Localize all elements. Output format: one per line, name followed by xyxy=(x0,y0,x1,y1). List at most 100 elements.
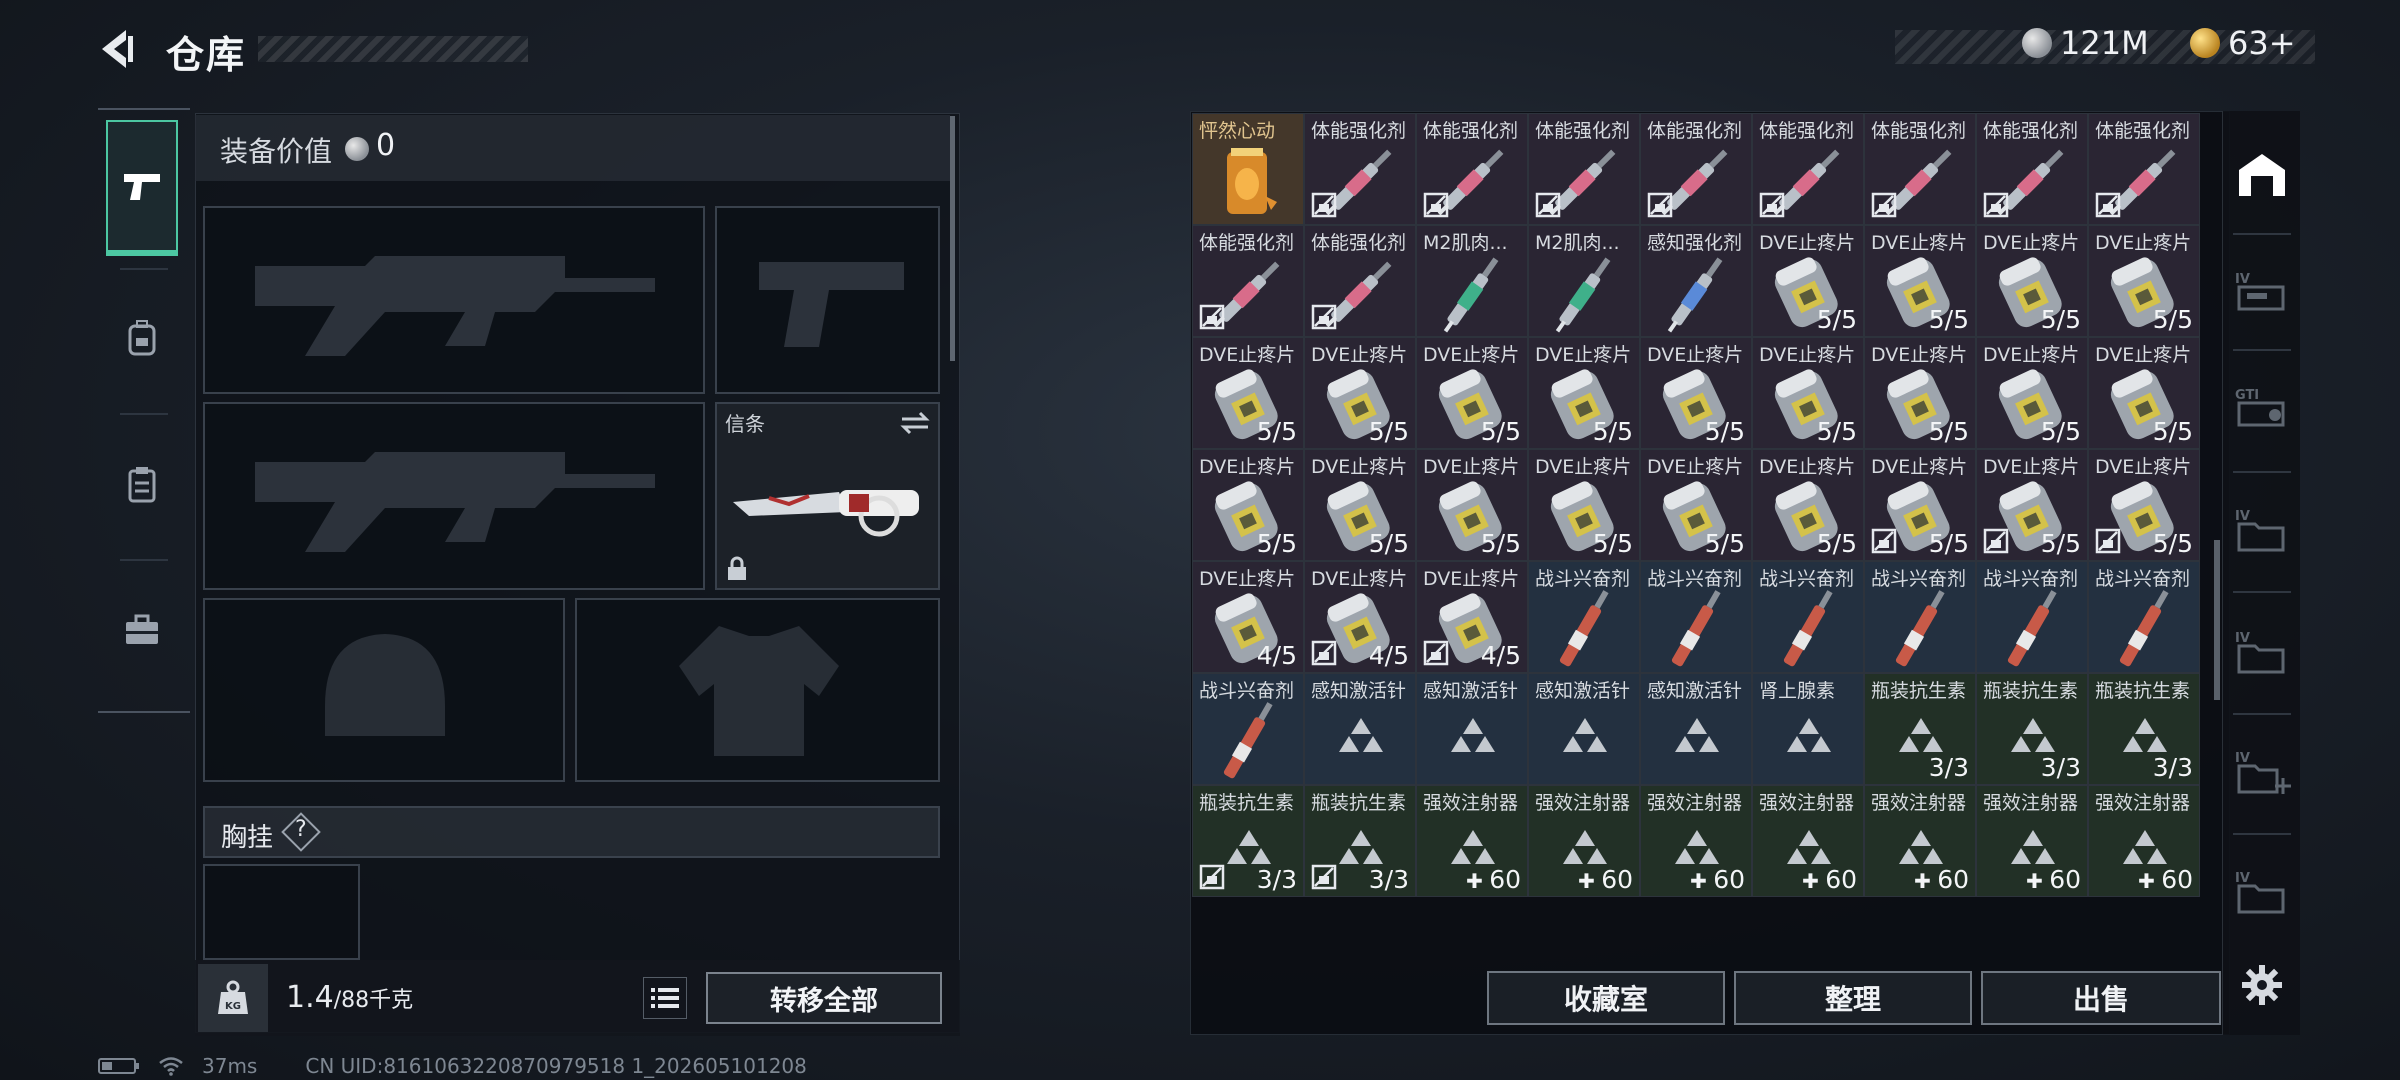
kg-weight-icon: KG xyxy=(218,980,248,1014)
inventory-item[interactable]: DVE止疼片 5/5 xyxy=(1752,449,1864,561)
inventory-item[interactable]: 体能强化剂 xyxy=(1304,225,1416,337)
collection-room-button[interactable]: 收藏室 xyxy=(1487,971,1725,1025)
sell-button[interactable]: 出售 xyxy=(1981,971,2221,1025)
settings-button[interactable] xyxy=(2229,935,2295,1035)
inventory-item[interactable]: 体能强化剂 xyxy=(1528,113,1640,225)
tab-toolbox[interactable] xyxy=(106,562,178,698)
inventory-item[interactable]: 强效注射器 ✚ 60 xyxy=(1416,785,1528,897)
inventory-item[interactable]: DVE止疼片 5/5 xyxy=(1864,225,1976,337)
inventory-item[interactable]: 战斗兴奋剂 xyxy=(2088,561,2200,673)
inventory-item[interactable]: DVE止疼片 5/5 xyxy=(1976,337,2088,449)
inventory-item[interactable]: DVE止疼片 5/5 xyxy=(1640,337,1752,449)
inventory-item[interactable]: 体能强化剂 xyxy=(1752,113,1864,225)
inventory-item[interactable]: 战斗兴奋剂 xyxy=(1864,561,1976,673)
tab-storage-add[interactable]: IV xyxy=(2229,723,2295,823)
melee-slot[interactable]: 信条 xyxy=(715,402,940,590)
organize-button[interactable]: 整理 xyxy=(1734,971,1972,1025)
tab-storage-home[interactable] xyxy=(2229,125,2295,225)
inventory-item[interactable]: 强效注射器 ✚ 60 xyxy=(1528,785,1640,897)
no-trade-lock-icon xyxy=(1311,304,1337,330)
inventory-item[interactable]: 感知激活针 xyxy=(1304,673,1416,785)
inventory-item[interactable]: 体能强化剂 xyxy=(1416,113,1528,225)
inventory-scrollbar[interactable] xyxy=(2214,540,2220,700)
item-name: 战斗兴奋剂 xyxy=(2095,568,2191,590)
inventory-item[interactable]: DVE止疼片 5/5 xyxy=(1304,449,1416,561)
inventory-item[interactable]: 体能强化剂 xyxy=(1976,113,2088,225)
inventory-item[interactable]: 瓶装抗生素 3/3 xyxy=(1976,673,2088,785)
primary-weapon-slot[interactable] xyxy=(203,206,705,394)
equipment-scrollbar[interactable] xyxy=(950,116,955,361)
inventory-item[interactable]: DVE止疼片 5/5 xyxy=(1864,337,1976,449)
inventory-item[interactable]: 体能强化剂 xyxy=(1864,113,1976,225)
inventory-item[interactable]: 强效注射器 ✚ 60 xyxy=(1864,785,1976,897)
item-quantity: 5/5 xyxy=(1817,305,1857,334)
inventory-item[interactable]: 战斗兴奋剂 xyxy=(1752,561,1864,673)
inventory-item[interactable]: M2肌肉... xyxy=(1416,225,1528,337)
inventory-item[interactable]: 怦然心动 xyxy=(1192,113,1304,225)
inventory-item[interactable]: DVE止疼片 4/5 xyxy=(1416,561,1528,673)
inventory-item[interactable]: 感知激活针 xyxy=(1528,673,1640,785)
inventory-item[interactable]: DVE止疼片 5/5 xyxy=(1528,449,1640,561)
inventory-item[interactable]: 瓶装抗生素 3/3 xyxy=(1192,785,1304,897)
inventory-item[interactable]: 体能强化剂 xyxy=(1192,225,1304,337)
inventory-item[interactable]: DVE止疼片 5/5 xyxy=(2088,225,2200,337)
item-quantity-value: 5/5 xyxy=(1592,529,1633,558)
inventory-item[interactable]: 瓶装抗生素 3/3 xyxy=(1304,785,1416,897)
inventory-item[interactable]: DVE止疼片 5/5 xyxy=(1416,449,1528,561)
inventory-item[interactable]: 战斗兴奋剂 xyxy=(1528,561,1640,673)
tab-clipboard[interactable] xyxy=(106,416,178,552)
sidearm-slot[interactable] xyxy=(715,206,940,394)
inventory-item[interactable]: 体能强化剂 xyxy=(2088,113,2200,225)
inventory-item[interactable]: 体能强化剂 xyxy=(1640,113,1752,225)
help-icon[interactable]: ? xyxy=(295,817,307,842)
inventory-item[interactable]: 瓶装抗生素 3/3 xyxy=(2088,673,2200,785)
inventory-item[interactable]: DVE止疼片 5/5 xyxy=(1192,337,1304,449)
inventory-item[interactable]: DVE止疼片 5/5 xyxy=(1640,449,1752,561)
tab-storage-iv-1[interactable]: IV xyxy=(2229,241,2295,341)
inventory-item[interactable]: 强效注射器 ✚ 60 xyxy=(1752,785,1864,897)
tab-backpack[interactable] xyxy=(106,270,178,406)
inventory-item[interactable]: 强效注射器 ✚ 60 xyxy=(2088,785,2200,897)
inventory-item[interactable]: DVE止疼片 5/5 xyxy=(2088,449,2200,561)
inventory-item[interactable]: 感知激活针 xyxy=(1416,673,1528,785)
secondary-weapon-slot[interactable] xyxy=(203,402,705,590)
inventory-item[interactable]: DVE止疼片 5/5 xyxy=(1976,449,2088,561)
helmet-slot[interactable] xyxy=(203,598,565,782)
inventory-item[interactable]: DVE止疼片 5/5 xyxy=(1864,449,1976,561)
equipment-value-coin-icon xyxy=(345,137,369,161)
inventory-item[interactable]: DVE止疼片 5/5 xyxy=(1528,337,1640,449)
list-view-button[interactable] xyxy=(643,977,687,1019)
swap-icon[interactable] xyxy=(900,410,930,436)
inventory-item[interactable]: 战斗兴奋剂 xyxy=(1192,673,1304,785)
inventory-item[interactable]: DVE止疼片 5/5 xyxy=(1976,225,2088,337)
inventory-item[interactable]: 强效注射器 ✚ 60 xyxy=(1976,785,2088,897)
tab-storage-gti[interactable]: GTI xyxy=(2229,357,2295,457)
back-arrow-icon[interactable] xyxy=(92,24,142,74)
inventory-item[interactable]: DVE止疼片 5/5 xyxy=(1304,337,1416,449)
inventory-item[interactable]: DVE止疼片 5/5 xyxy=(1192,449,1304,561)
tab-storage-iv-4[interactable]: IV xyxy=(2229,843,2295,943)
inventory-item[interactable]: 感知强化剂 xyxy=(1640,225,1752,337)
inventory-item[interactable]: 战斗兴奋剂 xyxy=(1976,561,2088,673)
inventory-item[interactable]: DVE止疼片 5/5 xyxy=(1416,337,1528,449)
item-quantity: 3/3 xyxy=(1929,753,1969,782)
inventory-item[interactable]: DVE止疼片 4/5 xyxy=(1192,561,1304,673)
inventory-item[interactable]: 感知激活针 xyxy=(1640,673,1752,785)
no-trade-lock-icon xyxy=(2095,192,2121,218)
inventory-item[interactable]: 体能强化剂 xyxy=(1304,113,1416,225)
armor-slot[interactable] xyxy=(575,598,940,782)
inventory-item[interactable]: 肾上腺素 xyxy=(1752,673,1864,785)
inventory-item[interactable]: M2肌肉... xyxy=(1528,225,1640,337)
inventory-item[interactable]: 强效注射器 ✚ 60 xyxy=(1640,785,1752,897)
chest-rig-slot[interactable] xyxy=(203,864,360,960)
tab-storage-iv-2[interactable]: IV xyxy=(2229,481,2295,581)
inventory-item[interactable]: DVE止疼片 4/5 xyxy=(1304,561,1416,673)
inventory-item[interactable]: DVE止疼片 5/5 xyxy=(1752,225,1864,337)
tab-weapons[interactable] xyxy=(106,120,178,256)
tab-storage-iv-3[interactable]: IV xyxy=(2229,603,2295,703)
inventory-item[interactable]: DVE止疼片 5/5 xyxy=(1752,337,1864,449)
inventory-item[interactable]: 瓶装抗生素 3/3 xyxy=(1864,673,1976,785)
inventory-item[interactable]: DVE止疼片 5/5 xyxy=(2088,337,2200,449)
inventory-item[interactable]: 战斗兴奋剂 xyxy=(1640,561,1752,673)
transfer-all-button[interactable]: 转移全部 xyxy=(706,972,942,1024)
